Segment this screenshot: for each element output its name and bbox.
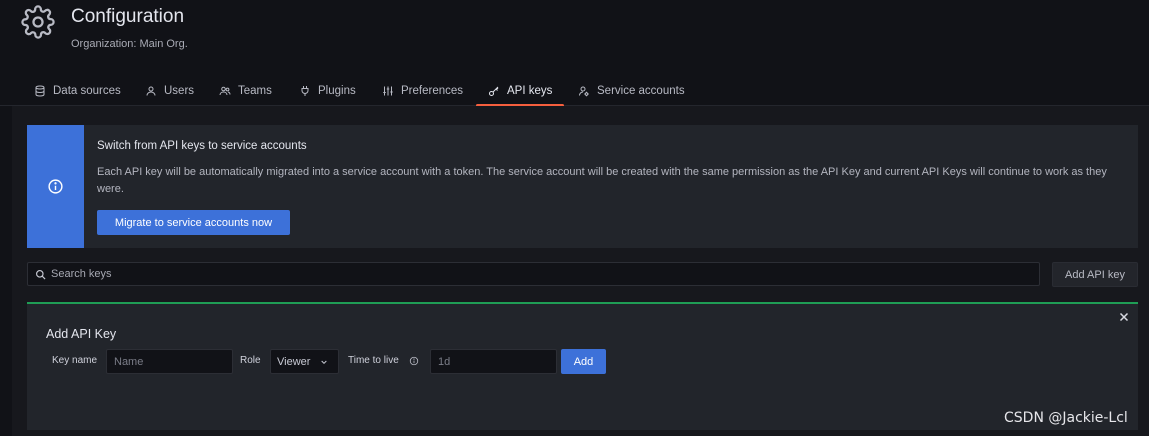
add-button[interactable]: Add [561,349,606,374]
user-icon [146,86,156,96]
tab-label: Preferences [401,84,464,97]
ttl-label: Time to live [348,355,399,366]
tab-bar: Data sources Users Teams Plugins Prefere… [0,76,1149,107]
page-title: Configuration [71,6,185,27]
search-input[interactable] [51,268,1039,280]
alert-stripe [27,125,84,248]
page-subtitle: Organization: Main Org. [71,38,188,50]
tab-preferences[interactable]: Preferences [382,76,463,105]
gear-icon [21,5,55,39]
key-icon [489,86,499,96]
tab-label: Plugins [318,84,356,97]
search-icon [36,269,46,279]
key-name-input[interactable] [106,349,233,374]
user-cog-icon [579,86,589,96]
role-select[interactable]: Viewer [270,349,339,374]
ttl-input[interactable] [430,349,557,374]
migrate-button[interactable]: Migrate to service accounts now [97,210,290,235]
role-label: Role [240,355,261,366]
tab-data-sources[interactable]: Data sources [34,76,121,105]
sliders-icon [383,86,393,95]
configuration-page: Configuration Organization: Main Org. Da… [0,0,1149,436]
form-title: Add API Key [46,327,117,341]
info-icon [409,356,419,366]
alert-title: Switch from API keys to service accounts [97,140,307,152]
tab-api-keys[interactable]: API keys [475,76,565,107]
add-api-key-form: Add API Key Key name Role Viewer Time to… [27,302,1138,430]
plug-icon [301,85,309,96]
tab-teams[interactable]: Teams [219,76,272,105]
key-name-label: Key name [52,355,98,366]
tab-label: Service accounts [597,84,685,97]
tab-service-accounts[interactable]: Service accounts [578,76,685,105]
close-icon[interactable] [1118,311,1130,323]
watermark: CSDN @Jackie-Lcl [1004,410,1128,426]
search-box [27,262,1040,286]
info-circle-icon [48,179,63,194]
users-icon [219,86,231,95]
database-icon [35,85,45,97]
tab-label: Teams [238,84,272,97]
tab-users[interactable]: Users [145,76,194,105]
role-value: Viewer [277,355,311,368]
migration-alert: Switch from API keys to service accounts… [27,125,1138,248]
tab-label: Data sources [53,84,121,97]
alert-body: Each API key will be automatically migra… [97,166,1107,195]
add-api-key-button[interactable]: Add API key [1052,262,1138,287]
tab-label: API keys [507,84,553,97]
tab-plugins[interactable]: Plugins [299,76,356,105]
tab-label: Users [164,84,195,97]
chevron-down-icon [321,360,328,364]
